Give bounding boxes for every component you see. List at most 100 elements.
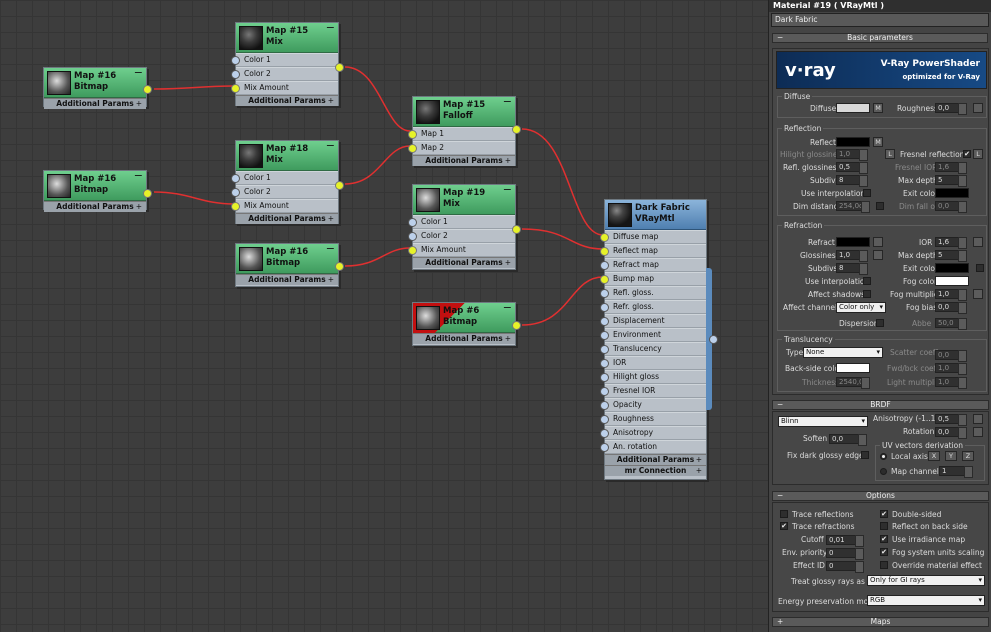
roughness-map-button[interactable] (973, 103, 983, 113)
input-socket[interactable] (408, 218, 417, 227)
translucency-type-dropdown[interactable]: None (803, 347, 883, 358)
output-socket[interactable] (709, 335, 718, 344)
input-socket[interactable] (600, 261, 609, 270)
ior-map-button[interactable] (973, 237, 983, 247)
fog-units-scaling-checkbox[interactable]: ✔ (880, 548, 888, 556)
fresnel-lock-button[interactable]: L (973, 149, 983, 159)
output-socket[interactable] (512, 321, 521, 330)
roughness-spinner[interactable]: 0,0 (935, 103, 967, 115)
input-socket[interactable] (600, 331, 609, 340)
node-map18-mix[interactable]: Map #18 Mix − Color 1 Color 2 Mix Amount … (231, 140, 344, 224)
input-environment[interactable]: Environment (600, 328, 706, 342)
anisotropy-spinner[interactable]: 0,5 (935, 414, 967, 426)
additional-params[interactable]: Additional Params (605, 454, 706, 465)
node-map16-bitmap-c[interactable]: Map #16 Bitmap − Additional Params (235, 243, 344, 287)
input-map1[interactable]: Map 1 (408, 127, 515, 141)
back-side-color-swatch[interactable] (836, 363, 870, 373)
rollout-maps[interactable]: + Maps (772, 617, 989, 627)
collapse-icon[interactable]: − (326, 22, 335, 33)
anisotropy-map-button[interactable] (973, 414, 983, 424)
dispersion-checkbox[interactable] (876, 319, 884, 327)
node-map15-mix[interactable]: Map #15 Mix − Color 1 Color 2 Mix Amount … (231, 22, 344, 106)
input-map2[interactable]: Map 2 (408, 141, 515, 155)
reflect-map-button[interactable]: M (873, 137, 883, 147)
axis-z-button[interactable]: Z (962, 451, 974, 461)
output-socket[interactable] (143, 189, 152, 198)
input-displacement[interactable]: Displacement (600, 314, 706, 328)
input-socket[interactable] (231, 188, 240, 197)
subdivs-spinner[interactable]: 8 (836, 175, 868, 187)
max-depth-spinner[interactable]: 5 (935, 175, 967, 187)
input-socket[interactable] (408, 130, 417, 139)
soften-spinner[interactable]: 0,0 (829, 434, 867, 446)
input-anisotropy[interactable]: Anisotropy (600, 426, 706, 440)
input-refr-gloss[interactable]: Refr. gloss. (600, 300, 706, 314)
glossiness-spinner[interactable]: 1,0 (836, 250, 868, 262)
energy-preservation-dropdown[interactable]: RGB (867, 595, 985, 606)
additional-params[interactable]: Additional Params (44, 201, 146, 212)
input-socket[interactable] (600, 401, 609, 410)
affect-shadows-checkbox[interactable] (863, 290, 871, 298)
input-opacity[interactable]: Opacity (600, 398, 706, 412)
mr-connection[interactable]: mr Connection (605, 465, 706, 476)
output-socket[interactable] (335, 262, 344, 271)
fog-multiplier-spinner[interactable]: 1,0 (935, 289, 967, 301)
output-socket[interactable] (512, 225, 521, 234)
scatter-coeff-spinner[interactable]: 0,0 (935, 350, 967, 362)
input-diffuse-map[interactable]: Diffuse map (600, 230, 706, 244)
output-socket[interactable] (143, 85, 152, 94)
input-ior[interactable]: IOR (600, 356, 706, 370)
input-socket[interactable] (231, 70, 240, 79)
trace-reflections-checkbox[interactable] (780, 510, 788, 518)
input-hilight-gloss[interactable]: Hilight gloss (600, 370, 706, 384)
glossiness-map-button[interactable] (873, 250, 883, 260)
node-map6-bitmap[interactable]: Map #6 Bitmap − Additional Params (412, 302, 521, 346)
reflect-on-back-side-checkbox[interactable] (880, 522, 888, 530)
input-mix-amount[interactable]: Mix Amount (231, 199, 338, 213)
override-material-effect-checkbox[interactable] (880, 561, 888, 569)
input-socket[interactable] (408, 246, 417, 255)
axis-y-button[interactable]: Y (945, 451, 957, 461)
hilight-glossiness-spinner[interactable]: 1,0 (836, 149, 868, 161)
brdf-type-dropdown[interactable]: Blinn (778, 416, 868, 427)
refr-max-depth-spinner[interactable]: 5 (935, 250, 967, 262)
input-mix-amount[interactable]: Mix Amount (408, 243, 515, 257)
collapse-icon[interactable]: − (134, 67, 143, 78)
input-an-rotation[interactable]: An. rotation (600, 440, 706, 454)
input-roughness[interactable]: Roughness (600, 412, 706, 426)
reflect-color-swatch[interactable] (836, 137, 870, 147)
dim-fall-off-spinner[interactable]: 0,0 (935, 201, 967, 213)
additional-params[interactable]: Additional Params (236, 95, 338, 106)
output-socket[interactable] (335, 181, 344, 190)
node-map19-mix[interactable]: Map #19 Mix − Color 1 Color 2 Mix Amount … (408, 184, 521, 270)
rotation-spinner[interactable]: 0,0 (935, 427, 967, 439)
input-socket[interactable] (600, 415, 609, 424)
input-socket[interactable] (600, 359, 609, 368)
output-socket[interactable] (512, 125, 521, 134)
input-color1[interactable]: Color 1 (408, 215, 515, 229)
additional-params[interactable]: Additional Params (44, 98, 146, 109)
refract-map-button[interactable] (873, 237, 883, 247)
input-mix-amount[interactable]: Mix Amount (231, 81, 338, 95)
input-color2[interactable]: Color 2 (231, 67, 338, 81)
abbe-spinner[interactable]: 50,0 (935, 318, 967, 330)
effect-id-spinner[interactable]: 0 (826, 561, 864, 573)
refr-use-interpolation-checkbox[interactable] (863, 277, 871, 285)
env-priority-spinner[interactable]: 0 (826, 548, 864, 560)
node-vraymtl-dark-fabric[interactable]: Dark Fabric VRayMtl Diffuse map Reflect m… (600, 199, 707, 480)
material-name-field[interactable]: Dark Fabric (771, 13, 989, 27)
input-refract-map[interactable]: Refract map (600, 258, 706, 272)
map-channel-spinner[interactable]: 1 (939, 466, 973, 478)
cutoff-spinner[interactable]: 0,01 (826, 535, 864, 547)
node-map15-falloff[interactable]: Map #15 Falloff − Map 1 Map 2 Additional … (408, 96, 521, 166)
input-bump-map[interactable]: Bump map (600, 272, 706, 286)
input-socket[interactable] (600, 345, 609, 354)
affect-channels-dropdown[interactable]: Color only (836, 302, 886, 313)
refr-exit-color-swatch[interactable] (935, 263, 969, 273)
exit-color-swatch[interactable] (935, 188, 969, 198)
fix-dark-glossy-checkbox[interactable] (861, 451, 869, 459)
input-socket[interactable] (231, 56, 240, 65)
input-socket[interactable] (600, 387, 609, 396)
treat-glossy-gi-dropdown[interactable]: Only for GI rays (867, 575, 985, 586)
rollout-options[interactable]: − Options (772, 491, 989, 501)
